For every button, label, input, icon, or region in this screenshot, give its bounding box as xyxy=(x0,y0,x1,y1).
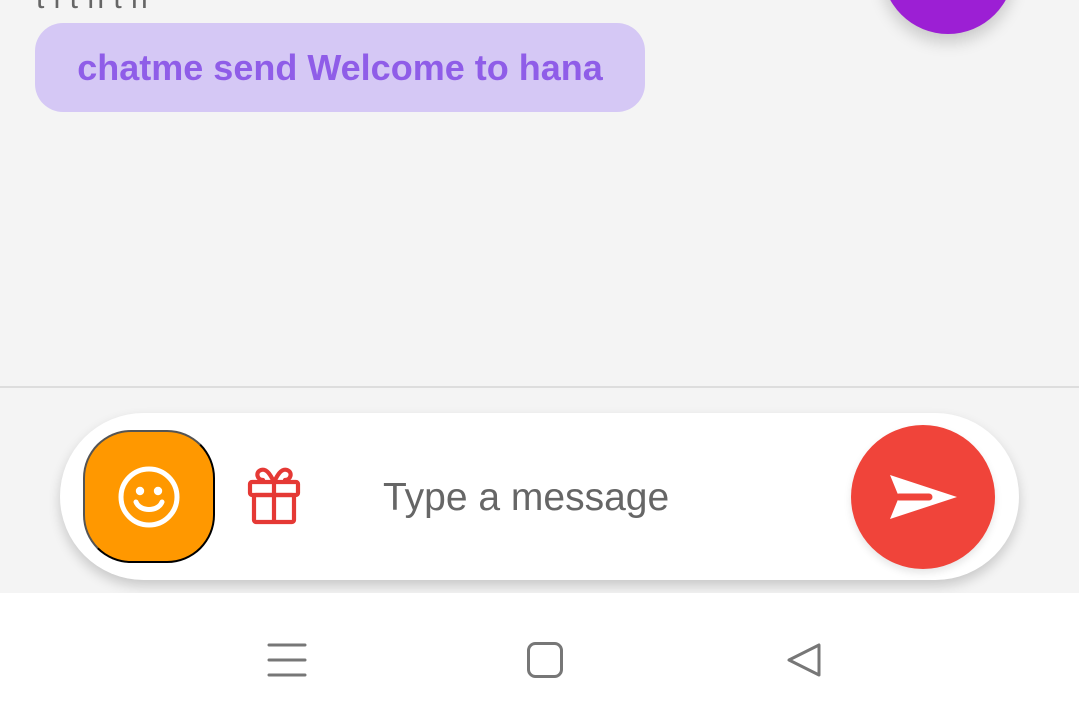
gift-icon xyxy=(242,464,306,528)
back-icon xyxy=(784,641,822,679)
home-icon xyxy=(526,641,564,679)
smile-icon xyxy=(116,464,182,530)
clipped-message-text: t l t h t h xyxy=(36,0,148,16)
emoji-button[interactable] xyxy=(83,430,215,563)
home-button[interactable] xyxy=(515,630,575,690)
chat-area: t l t h t h chatme send Welcome to hana xyxy=(0,0,1079,386)
system-navigation-bar xyxy=(0,593,1079,724)
menu-button[interactable] xyxy=(257,630,317,690)
message-chip-text: chatme send Welcome to hana xyxy=(77,46,603,88)
message-chip[interactable]: chatme send Welcome to hana xyxy=(35,23,645,112)
gift-button[interactable] xyxy=(240,462,308,530)
send-button[interactable] xyxy=(851,425,995,569)
back-button[interactable] xyxy=(773,630,833,690)
menu-icon xyxy=(267,641,307,679)
message-input[interactable] xyxy=(383,460,843,535)
message-composer xyxy=(60,413,1019,580)
purple-floating-button[interactable] xyxy=(882,0,1014,34)
send-icon xyxy=(884,469,962,525)
